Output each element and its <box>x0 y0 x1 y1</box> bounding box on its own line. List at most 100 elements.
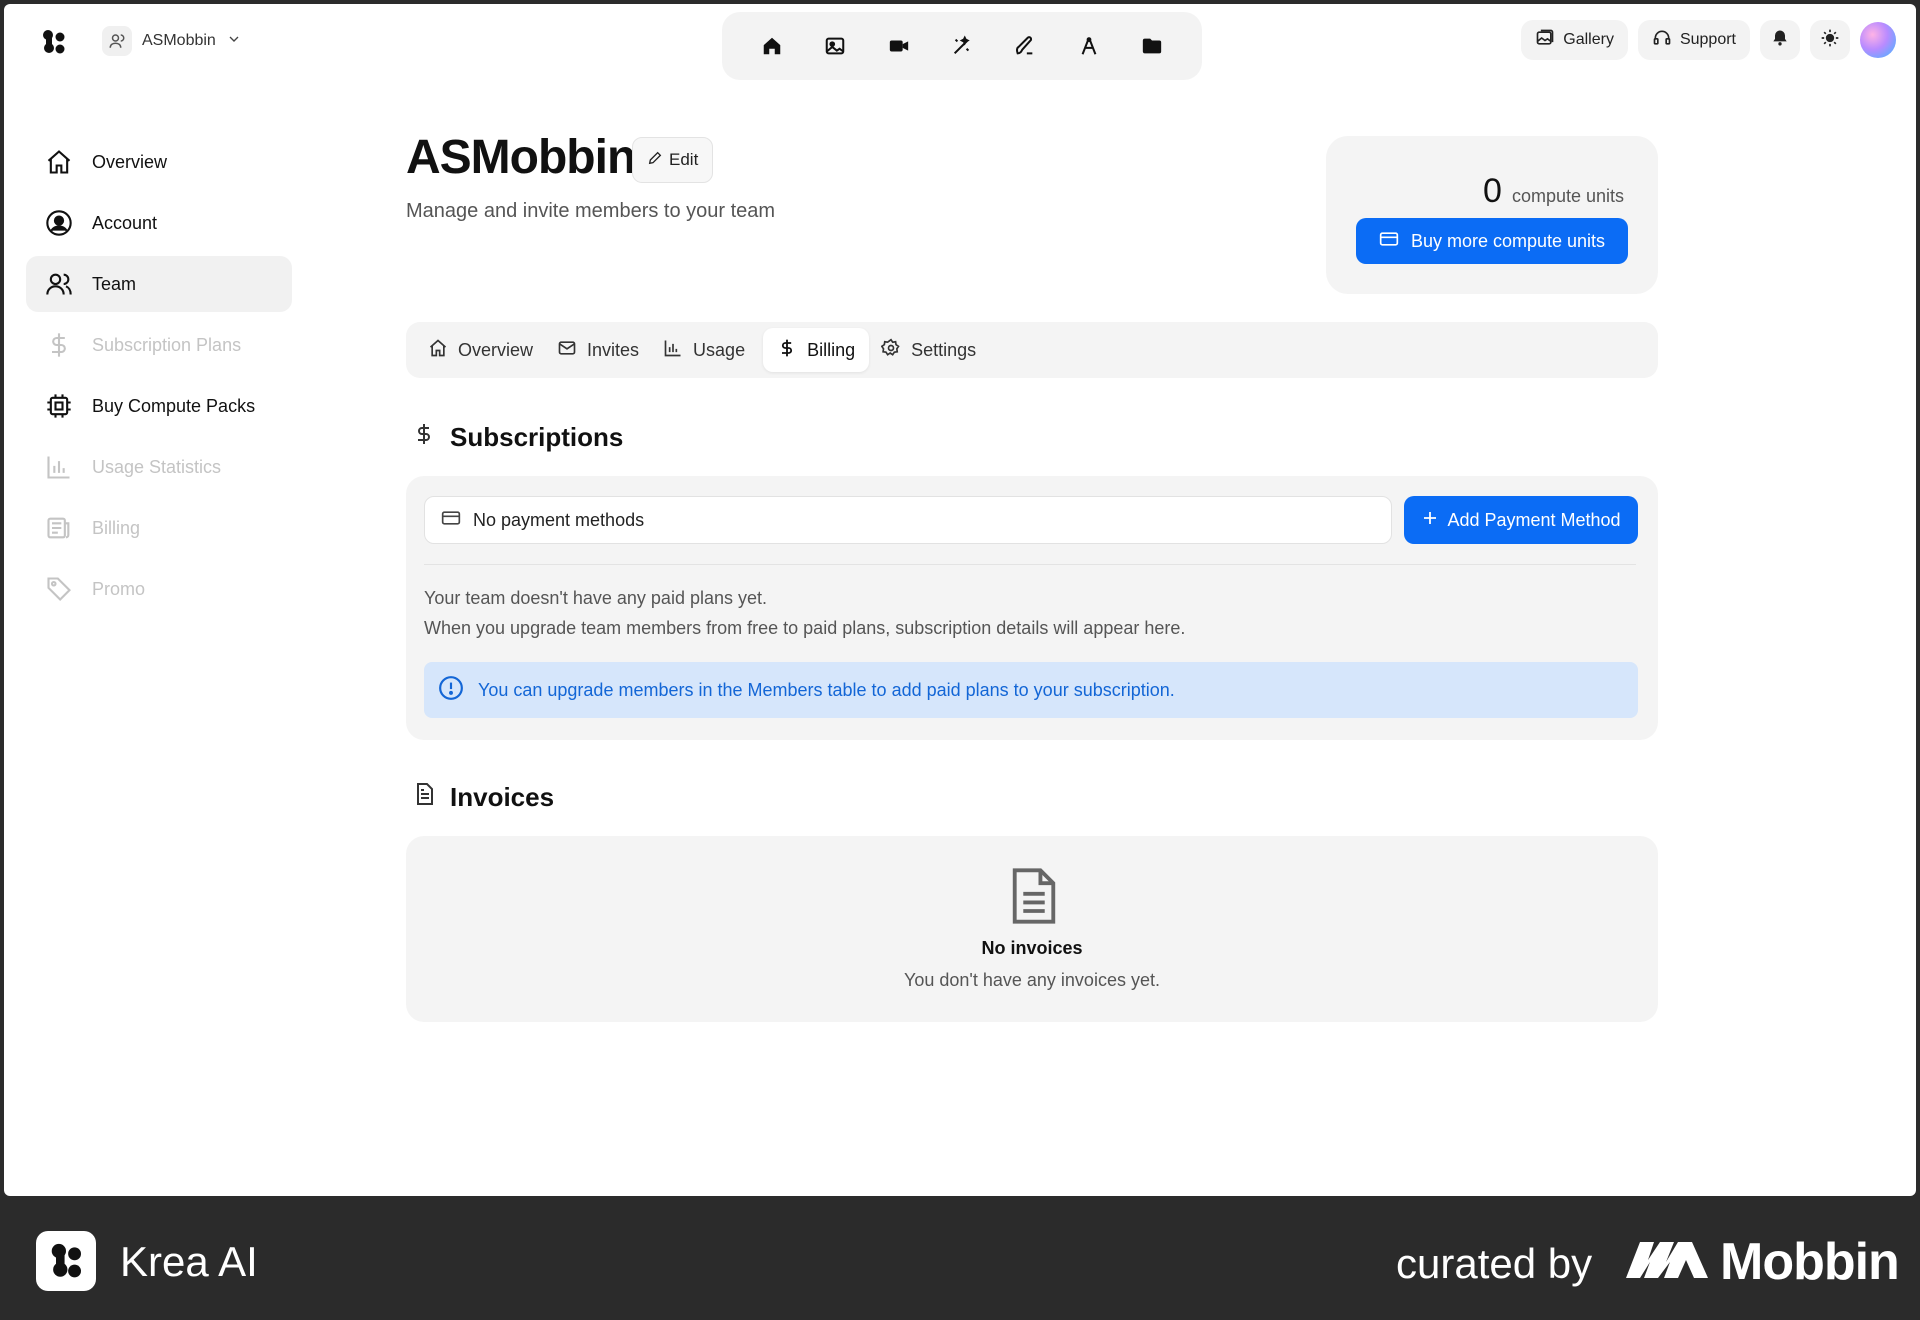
payment-method-field[interactable]: No payment methods <box>424 496 1392 544</box>
headset-icon <box>1652 28 1672 53</box>
tab-label: Invites <box>587 339 640 360</box>
compute-units-label: compute units <box>1511 186 1624 206</box>
invoices-heading: Invoices <box>412 782 554 813</box>
sidebar: Overview Account Team Subscription Plans… <box>26 134 292 622</box>
invoices-card: No invoices You don't have any invoices … <box>406 836 1658 1022</box>
video-tool-icon[interactable] <box>881 28 917 64</box>
sidebar-item-label: Usage Statistics <box>92 456 222 477</box>
sidebar-item-label: Billing <box>92 517 141 538</box>
plus-icon <box>1421 509 1439 532</box>
sidebar-item-label: Team <box>92 273 137 294</box>
pencil-icon <box>647 150 663 171</box>
bar-chart-icon <box>44 452 74 482</box>
dollar-icon <box>44 330 74 360</box>
alert-text: You can upgrade members in the Members t… <box>478 679 1175 700</box>
dollar-icon <box>412 422 436 453</box>
tab-label: Billing <box>807 339 856 360</box>
edit-team-name-button[interactable]: Edit <box>632 137 714 183</box>
home-icon <box>428 338 448 363</box>
train-tool-icon[interactable] <box>1071 28 1107 64</box>
tab-invites[interactable]: Invites <box>551 328 651 372</box>
sidebar-item-label: Account <box>92 212 158 233</box>
sidebar-item-label: Promo <box>92 578 146 599</box>
team-switcher-label: ASMobbin <box>142 32 216 49</box>
theme-toggle-button[interactable] <box>1810 20 1850 60</box>
sidebar-item-label: Buy Compute Packs <box>92 395 256 416</box>
enhance-tool-icon[interactable] <box>944 28 980 64</box>
empty-document-icon <box>1008 866 1060 931</box>
home-tool-icon[interactable] <box>754 28 790 64</box>
sidebar-item-promo[interactable]: Promo <box>26 561 292 617</box>
mail-icon <box>557 338 577 363</box>
gallery-icon <box>1535 28 1555 53</box>
gallery-label: Gallery <box>1563 31 1614 48</box>
sun-icon <box>1820 28 1840 53</box>
compute-units-count: 0 compute units <box>1483 172 1624 211</box>
user-avatar[interactable] <box>1860 22 1896 58</box>
gallery-button[interactable]: Gallery <box>1521 20 1628 60</box>
chevron-down-icon <box>226 31 242 52</box>
no-plans-text: Your team doesn't have any paid plans ye… <box>424 588 768 608</box>
buy-compute-units-label: Buy more compute units <box>1410 230 1606 251</box>
page-subtitle: Manage and invite members to your team <box>406 200 776 222</box>
sidebar-item-overview[interactable]: Overview <box>26 134 292 190</box>
sidebar-item-account[interactable]: Account <box>26 195 292 251</box>
tab-label: Settings <box>911 339 977 360</box>
tab-settings[interactable]: Settings <box>875 328 988 372</box>
support-button[interactable]: Support <box>1637 20 1750 60</box>
mobbin-brand: Mobbin <box>1720 1233 1900 1291</box>
buy-compute-units-button[interactable]: Buy more compute units <box>1356 218 1628 264</box>
compute-units-number: 0 <box>1483 172 1502 210</box>
tool-bar <box>722 12 1202 80</box>
top-right-actions: Gallery Support <box>1521 20 1896 60</box>
team-switcher[interactable]: ASMobbin <box>102 24 242 58</box>
edit-tool-icon[interactable] <box>1007 28 1043 64</box>
sidebar-item-label: Subscription Plans <box>92 334 242 355</box>
gear-icon <box>880 337 901 363</box>
document-icon <box>412 782 436 813</box>
edit-label: Edit <box>669 150 699 169</box>
curated-by-label: curated by <box>1396 1240 1593 1287</box>
sidebar-item-buy-compute-packs[interactable]: Buy Compute Packs <box>26 378 292 434</box>
subscriptions-heading: Subscriptions <box>412 422 623 453</box>
app-name: Krea AI <box>120 1238 258 1285</box>
sidebar-item-subscription-plans[interactable]: Subscription Plans <box>26 317 292 373</box>
add-payment-method-label: Add Payment Method <box>1447 509 1621 530</box>
page-title: ASMobbin <box>406 131 636 184</box>
folder-tool-icon[interactable] <box>1134 28 1170 64</box>
bar-chart-icon <box>663 338 683 363</box>
support-label: Support <box>1679 31 1736 48</box>
team-tabs: Overview Invites Usage Billing Settings <box>406 322 1658 378</box>
divider <box>424 564 1636 565</box>
subscriptions-title: Subscriptions <box>450 422 624 452</box>
tab-billing[interactable]: Billing <box>763 328 870 372</box>
dollar-icon <box>777 338 797 363</box>
chip-icon <box>44 391 74 421</box>
credit-card-icon <box>441 508 461 533</box>
receipt-icon <box>44 513 74 543</box>
home-icon <box>44 147 74 177</box>
team-avatar-icon <box>102 26 132 56</box>
tag-icon <box>44 574 74 604</box>
tab-usage[interactable]: Usage <box>657 328 757 372</box>
upgrade-info-text: When you upgrade team members from free … <box>424 618 1186 638</box>
sidebar-item-label: Overview <box>92 151 168 172</box>
upgrade-members-alert: You can upgrade members in the Members t… <box>424 662 1638 718</box>
image-tool-icon[interactable] <box>817 28 853 64</box>
tab-overview[interactable]: Overview <box>422 328 545 372</box>
add-payment-method-button[interactable]: Add Payment Method <box>1404 496 1638 544</box>
notifications-button[interactable] <box>1760 20 1800 60</box>
info-icon <box>438 675 464 706</box>
sidebar-item-billing[interactable]: Billing <box>26 500 292 556</box>
users-icon <box>44 269 74 299</box>
no-invoices-title: No invoices <box>981 938 1083 958</box>
footer-banner: Krea AI curated by Mobbin <box>0 1200 1920 1320</box>
sidebar-item-usage-statistics[interactable]: Usage Statistics <box>26 439 292 495</box>
sidebar-item-team[interactable]: Team <box>26 256 292 312</box>
no-invoices-subtitle: You don't have any invoices yet. <box>904 970 1160 990</box>
app-window: ASMobbin Gallery Support Overview Accoun… <box>4 4 1916 1196</box>
invoices-title: Invoices <box>450 782 555 812</box>
bell-icon <box>1770 28 1790 53</box>
krea-logo-icon[interactable] <box>40 28 68 56</box>
mobbin-logo-icon <box>1626 1238 1708 1285</box>
